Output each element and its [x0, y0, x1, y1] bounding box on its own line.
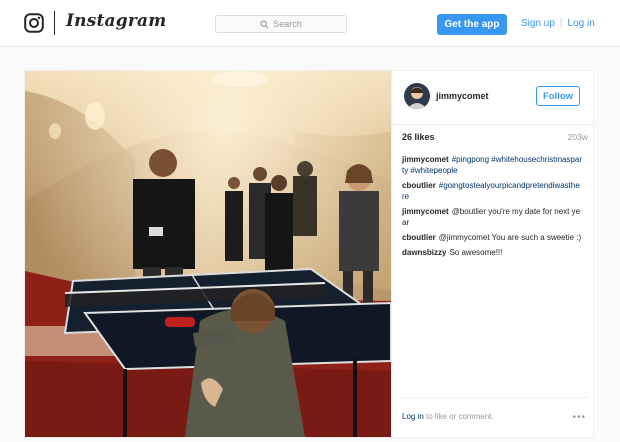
login-prompt-text: to like or comment. — [426, 412, 494, 421]
auth-links: Sign up | Log in — [521, 18, 595, 29]
instagram-camera-icon[interactable] — [24, 13, 44, 33]
get-the-app-button[interactable]: Get the app — [437, 14, 507, 35]
likes-count[interactable]: 26 likes — [402, 132, 435, 142]
avatar[interactable] — [404, 83, 430, 109]
post-header: jimmycomet Follow — [392, 71, 596, 125]
search-input[interactable]: Search — [215, 15, 347, 33]
post-footer: Log in to like or comment. ••• — [402, 397, 588, 427]
comment-text: @jimmycomet You are such a sweetie :) — [438, 233, 582, 242]
comment-text: So awesome!!! — [449, 248, 503, 257]
comment-item: cboutlier @jimmycomet You are such a swee… — [402, 232, 582, 243]
post-username[interactable]: jimmycomet — [436, 91, 489, 101]
post-card: jimmycomet Follow 26 likes 203w jimmycom… — [24, 70, 596, 438]
comment-user[interactable]: dawnsbizzy — [402, 248, 446, 257]
login-link[interactable]: Log in — [402, 412, 424, 421]
comment-item: dawnsbizzy So awesome!!! — [402, 247, 582, 258]
search-placeholder: Search — [273, 19, 302, 29]
log-in-link[interactable]: Log in — [568, 18, 595, 29]
logo-divider — [54, 11, 55, 35]
post-photo[interactable] — [25, 71, 391, 437]
comment-user[interactable]: cboutlier — [402, 181, 436, 190]
comment-user[interactable]: jimmycomet — [402, 155, 449, 164]
auth-separator: | — [559, 18, 563, 29]
search-icon — [260, 19, 269, 28]
comment-user[interactable]: jimmycomet — [402, 207, 449, 216]
top-navigation-bar: Instagram Search Get the app Sign up | L… — [0, 0, 620, 47]
comment-user[interactable]: cboutlier — [402, 233, 436, 242]
login-prompt: Log in to like or comment. — [402, 412, 494, 421]
post-age[interactable]: 203w — [568, 132, 588, 142]
instagram-wordmark[interactable]: Instagram — [66, 11, 166, 31]
post-stats: 26 likes 203w — [402, 132, 588, 146]
sign-up-link[interactable]: Sign up — [521, 18, 555, 29]
comment-item: cboutlier #goingtostealyourpicandpretendi… — [402, 180, 582, 202]
comment-item: jimmycomet #pingpong #whitehousechristmas… — [402, 154, 582, 176]
comment-list: jimmycomet #pingpong #whitehousechristmas… — [402, 154, 582, 262]
ping-pong-photo — [25, 71, 391, 437]
post-sidebar: jimmycomet Follow 26 likes 203w jimmycom… — [391, 71, 596, 437]
comment-item: jimmycomet @boutlier you're my date for n… — [402, 206, 582, 228]
more-options-icon[interactable]: ••• — [572, 412, 586, 423]
avatar-image — [404, 83, 430, 109]
follow-button[interactable]: Follow — [536, 86, 580, 106]
